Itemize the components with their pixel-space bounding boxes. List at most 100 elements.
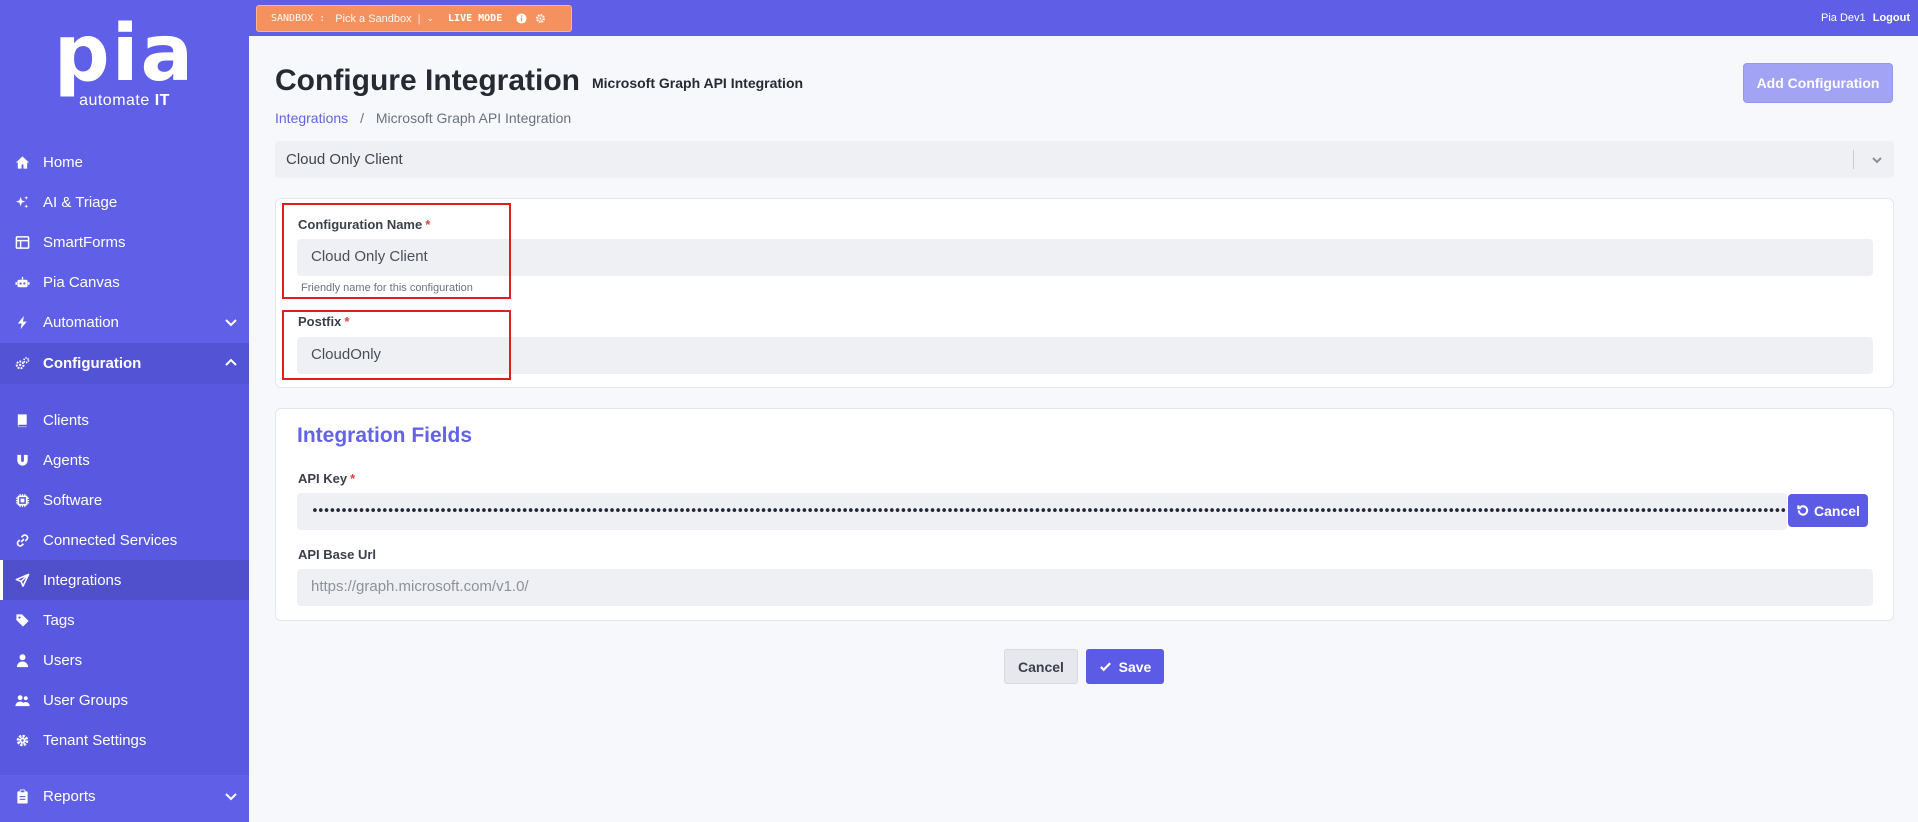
sidebar-item-label: Integrations <box>43 571 122 589</box>
breadcrumb-integrations-link[interactable]: Integrations <box>275 110 348 126</box>
sparkle-icon <box>14 194 30 210</box>
cancel-button[interactable]: Cancel <box>1004 649 1078 684</box>
sidebar-item-label: Users <box>43 651 83 669</box>
sidebar-item-label: Connected Services <box>43 531 178 549</box>
info-icon[interactable] <box>516 13 527 24</box>
sidebar-item-automation[interactable]: Automation <box>0 302 249 342</box>
chevron-down-icon[interactable] <box>1870 153 1884 167</box>
sidebar-item-label: Software <box>43 491 103 509</box>
api-base-url-placeholder: https://graph.microsoft.com/v1.0/ <box>311 578 529 595</box>
link-icon <box>14 532 30 548</box>
sidebar-item-clients[interactable]: Clients <box>0 400 249 440</box>
api-key-input[interactable]: ••••••••••••••••••••••••••••••••••••••••… <box>297 493 1787 530</box>
bolt-icon <box>14 314 30 330</box>
sandbox-picker[interactable]: Pick a Sandbox <box>335 13 411 25</box>
api-base-url-input[interactable]: https://graph.microsoft.com/v1.0/ <box>297 569 1873 606</box>
api-base-url-label: API Base Url <box>298 547 377 562</box>
sidebar-item-ai-triage[interactable]: AI & Triage <box>0 182 249 222</box>
sandbox-selector[interactable]: SANDBOX : Pick a Sandbox | ⌄ LIVE MODE <box>256 5 572 32</box>
undo-icon <box>1797 505 1809 516</box>
gear-icon <box>14 732 30 748</box>
sidebar-item-label: Reports <box>43 787 96 805</box>
sidebar-item-connected-services[interactable]: Connected Services <box>0 520 249 560</box>
breadcrumb-separator: / <box>360 110 364 126</box>
sandbox-label: SANDBOX : <box>271 13 326 24</box>
users-icon <box>14 692 30 708</box>
send-icon <box>14 572 30 588</box>
configuration-card: Configuration Name * Cloud Only Client Fr… <box>275 198 1894 388</box>
sidebar-item-integrations[interactable]: Integrations <box>0 560 249 600</box>
sidebar-item-label: Tenant Settings <box>43 731 147 749</box>
api-key-cancel-label: Cancel <box>1814 502 1860 519</box>
logo[interactable]: pia automate IT <box>0 9 249 110</box>
clipboard-icon <box>14 788 30 804</box>
postfix-input[interactable]: CloudOnly <box>297 337 1873 374</box>
save-button-label: Save <box>1118 658 1152 675</box>
sidebar-item-label: Tags <box>43 611 75 629</box>
magnet-icon <box>14 452 30 468</box>
sidebar-item-user-groups[interactable]: User Groups <box>0 680 249 720</box>
chevron-down-icon[interactable]: ⌄ <box>426 13 434 24</box>
tagline-prefix: automate <box>79 92 155 109</box>
sidebar-item-label: SmartForms <box>43 233 126 251</box>
form-icon <box>14 234 30 250</box>
gear-icon[interactable] <box>535 13 546 24</box>
chevron-down-icon[interactable] <box>223 314 239 330</box>
user-name: Pia Dev1 <box>1821 12 1866 24</box>
sidebar-item-label: Agents <box>43 451 90 469</box>
home-icon <box>14 154 30 170</box>
breadcrumb: Integrations / Microsoft Graph API Integ… <box>275 110 571 126</box>
config-name-input[interactable]: Cloud Only Client <box>297 239 1873 276</box>
check-icon <box>1099 662 1111 672</box>
page-subtitle: Microsoft Graph API Integration <box>592 75 804 91</box>
sidebar-item-software[interactable]: Software <box>0 480 249 520</box>
breadcrumb-current: Microsoft Graph API Integration <box>375 110 572 126</box>
top-bar: SANDBOX : Pick a Sandbox | ⌄ LIVE MODE P… <box>249 0 1918 36</box>
sidebar-item-smartforms[interactable]: SmartForms <box>0 222 249 262</box>
chevron-up-icon[interactable] <box>223 355 239 371</box>
sidebar-item-label: Clients <box>43 411 89 429</box>
select-divider <box>1853 150 1854 169</box>
sidebar-item-label: Home <box>43 153 84 171</box>
sidebar: pia automate IT Home AI & Triage SmartFo… <box>0 0 249 822</box>
sidebar-item-label: AI & Triage <box>43 193 118 211</box>
integration-fields-card: Integration Fields API Key * ••••••••••••… <box>275 408 1894 621</box>
configuration-select[interactable]: Cloud Only Client <box>275 141 1894 178</box>
user-area: Pia Dev1 Logout <box>1821 12 1910 24</box>
robot-icon <box>14 274 30 290</box>
tag-icon <box>14 612 30 628</box>
save-button[interactable]: Save <box>1086 649 1164 684</box>
tagline-bold: IT <box>154 92 170 109</box>
chevron-down-icon[interactable] <box>223 788 239 804</box>
logo-mark: pia <box>53 9 196 99</box>
api-key-cancel-button[interactable]: Cancel <box>1788 494 1868 527</box>
chip-icon <box>14 492 30 508</box>
sidebar-item-tenant-settings[interactable]: Tenant Settings <box>0 720 249 760</box>
sidebar-item-pia-canvas[interactable]: Pia Canvas <box>0 262 249 302</box>
sidebar-item-label: Automation <box>43 313 119 331</box>
sandbox-separator: | <box>417 12 421 25</box>
sidebar-item-label: Pia Canvas <box>43 273 120 291</box>
api-key-label: API Key * <box>298 471 355 486</box>
sidebar-item-home[interactable]: Home <box>0 142 249 182</box>
highlight-postfix <box>282 310 511 380</box>
sidebar-item-reports[interactable]: Reports <box>0 776 249 816</box>
sidebar-item-users[interactable]: Users <box>0 640 249 680</box>
sidebar-item-label: Configuration <box>43 355 142 372</box>
book-icon <box>14 412 30 428</box>
sidebar-item-tags[interactable]: Tags <box>0 600 249 640</box>
sidebar-item-configuration[interactable]: Configuration <box>0 343 249 384</box>
required-marker: * <box>350 471 356 486</box>
highlight-config-name <box>282 203 511 299</box>
sidebar-item-label: User Groups <box>43 691 129 709</box>
configuration-select-value: Cloud Only Client <box>286 151 403 168</box>
cogs-icon <box>14 356 30 372</box>
user-icon <box>14 652 30 668</box>
sidebar-item-agents[interactable]: Agents <box>0 440 249 480</box>
logout-link[interactable]: Logout <box>1873 12 1910 24</box>
add-configuration-button[interactable]: Add Configuration <box>1743 63 1893 103</box>
page-title: Configure Integration <box>275 64 580 97</box>
api-key-label-text: API Key <box>298 471 348 486</box>
section-title: Integration Fields <box>297 424 473 447</box>
live-mode-label: LIVE MODE <box>448 13 503 24</box>
